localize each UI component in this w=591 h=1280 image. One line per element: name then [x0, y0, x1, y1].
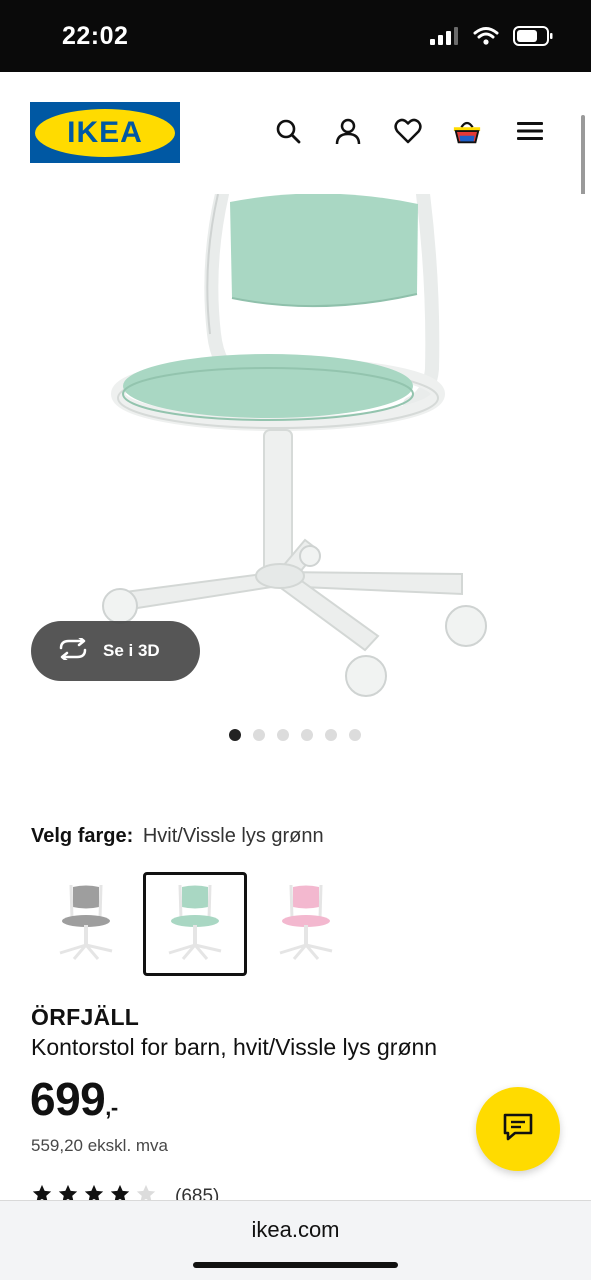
wifi-icon: [473, 26, 499, 51]
account-icon[interactable]: [333, 116, 363, 146]
rotate-3d-icon: [57, 635, 89, 665]
view-3d-label: Se i 3D: [103, 641, 160, 660]
color-swatch-light-green[interactable]: [143, 872, 247, 976]
carousel-dot[interactable]: [349, 729, 361, 741]
color-selector-label: Velg farge: Hvit/Vissle lys grønn: [31, 825, 324, 848]
price-excl-vat: 559,20 ekskl. mva: [31, 1136, 169, 1155]
carousel-pagination: [229, 729, 361, 741]
cart-basket-icon[interactable]: [452, 116, 482, 146]
signal-icon: [429, 26, 459, 51]
carousel-dot[interactable]: [277, 729, 289, 741]
ikea-logo[interactable]: IKEA: [30, 102, 180, 163]
favorites-heart-icon[interactable]: [393, 116, 423, 146]
chat-bubble-icon: [502, 1112, 534, 1147]
view-3d-button[interactable]: Se i 3D: [31, 621, 200, 681]
color-swatch-grey[interactable]: [34, 872, 138, 976]
color-value: Hvit/Vissle lys grønn: [142, 825, 324, 847]
logo-text: IKEA: [67, 115, 143, 149]
status-time: 22:02: [62, 22, 129, 50]
carousel-dot[interactable]: [253, 729, 265, 741]
menu-icon[interactable]: [515, 116, 545, 146]
price-value: 699: [30, 1073, 106, 1125]
chat-button[interactable]: [476, 1087, 560, 1171]
browser-url-bar[interactable]: ikea.com: [0, 1200, 591, 1280]
carousel-dot[interactable]: [325, 729, 337, 741]
color-label: Velg farge:: [31, 825, 134, 847]
site-header: IKEA: [0, 72, 591, 194]
url-text[interactable]: ikea.com: [0, 1217, 591, 1243]
carousel-dot[interactable]: [229, 729, 241, 741]
price-suffix: ,-: [105, 1095, 118, 1120]
color-swatch-pink[interactable]: [254, 872, 358, 976]
status-icons: [429, 26, 553, 51]
status-bar: 22:02: [0, 0, 591, 72]
product-name: ÖRFJÄLL: [31, 1004, 140, 1030]
product-description: Kontorstol for barn, hvit/Vissle lys grø…: [31, 1034, 438, 1060]
product-price: 699,-: [30, 1072, 118, 1126]
search-icon[interactable]: [273, 116, 303, 146]
carousel-dot[interactable]: [301, 729, 313, 741]
battery-icon: [513, 26, 553, 51]
home-indicator[interactable]: [193, 1262, 398, 1268]
